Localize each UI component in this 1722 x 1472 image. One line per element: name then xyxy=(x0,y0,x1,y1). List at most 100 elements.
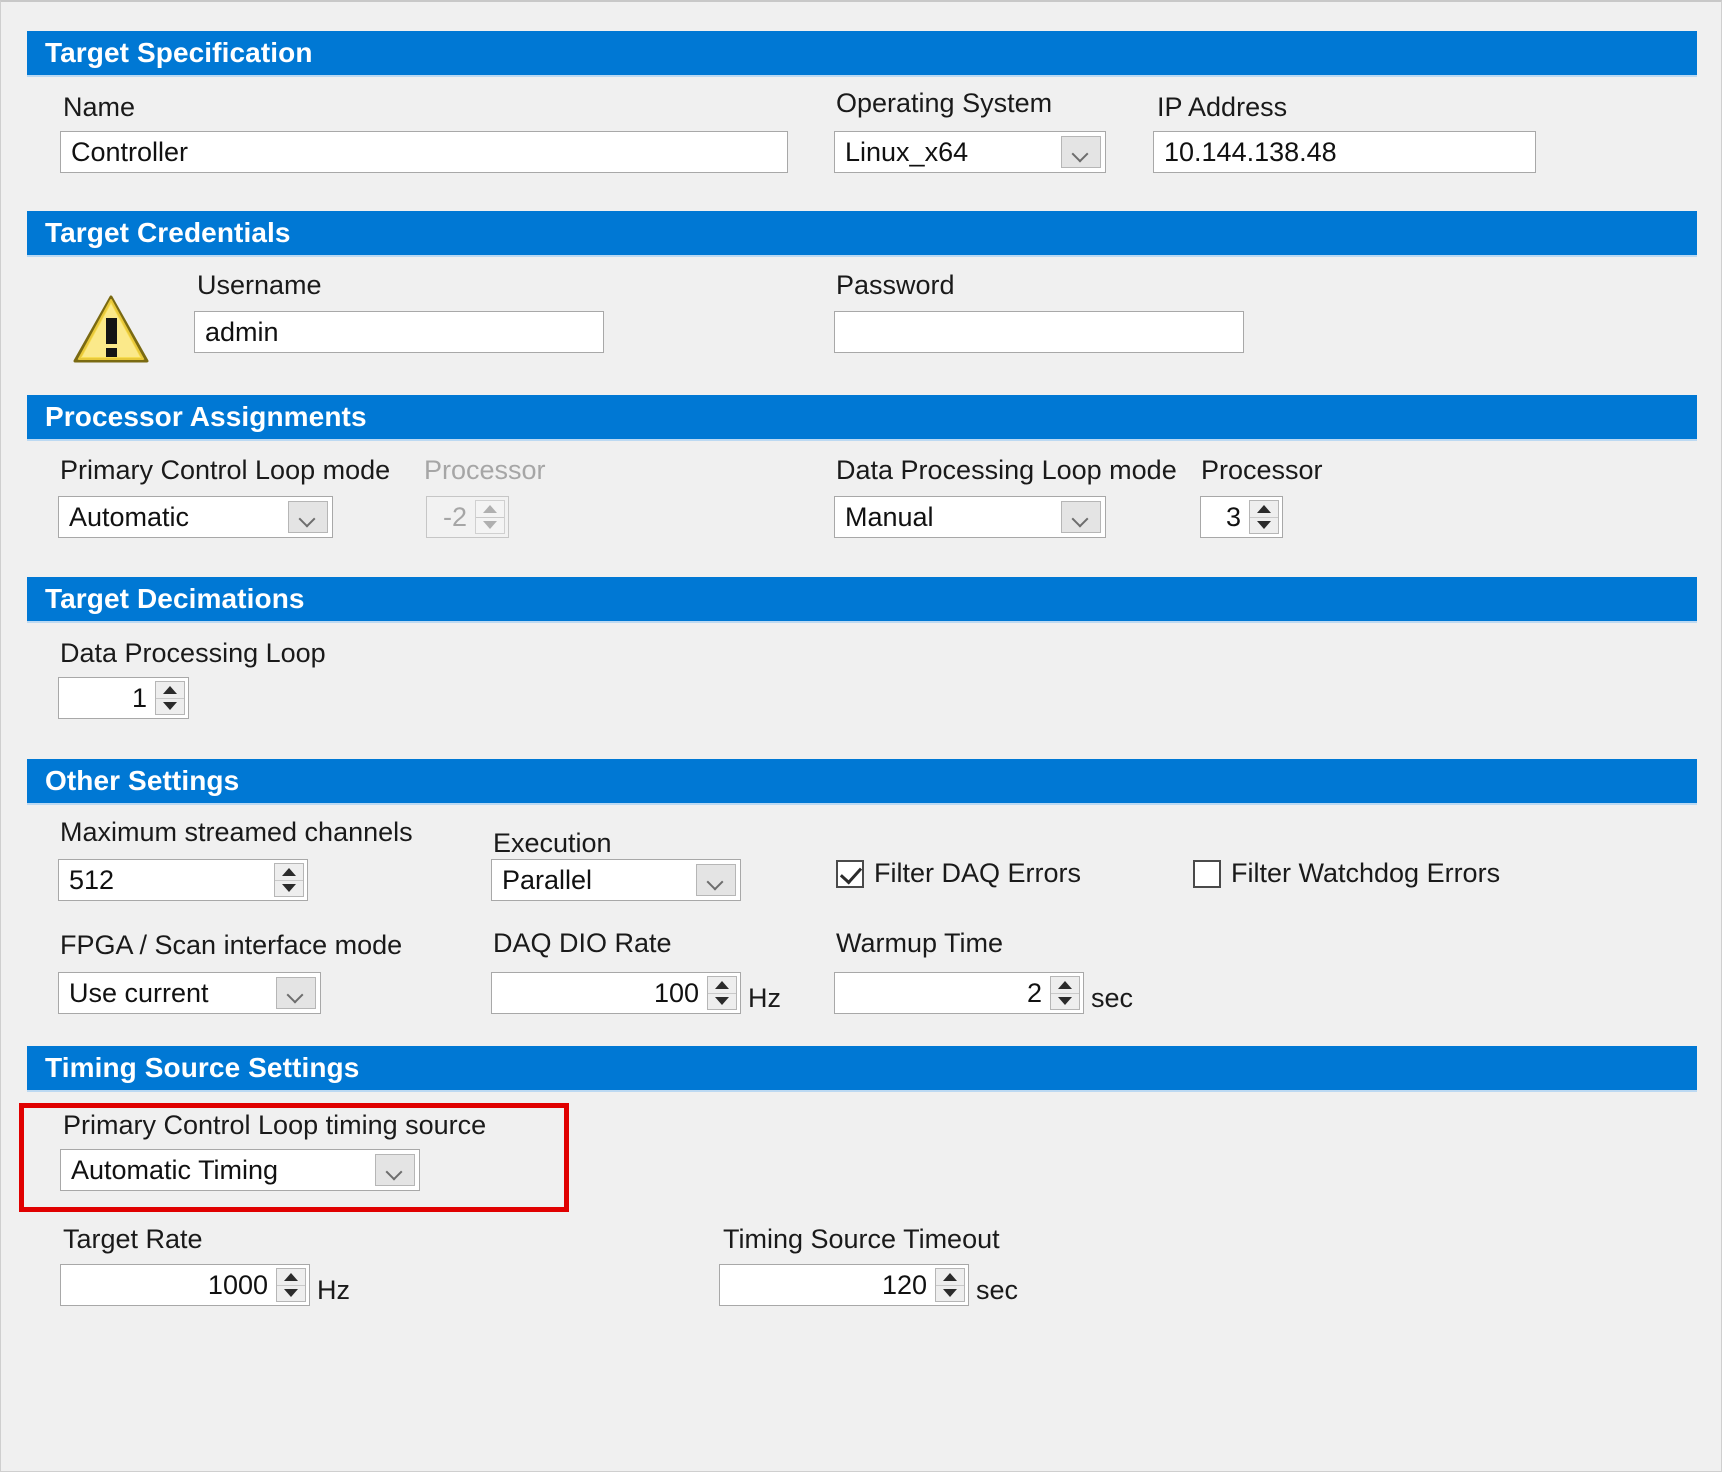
primary-control-loop-mode-label: Primary Control Loop mode xyxy=(60,455,391,485)
execution-value: Parallel xyxy=(502,864,593,895)
fpga-scan-interface-mode-dropdown[interactable]: Use current xyxy=(58,972,321,1014)
ip-address-value: 10.144.138.48 xyxy=(1164,136,1337,167)
name-input[interactable]: Controller xyxy=(60,131,788,173)
chevron-down-icon[interactable] xyxy=(696,864,736,896)
name-input-value: Controller xyxy=(71,136,189,167)
data-processing-loop-mode-value: Manual xyxy=(845,501,934,532)
data-processing-loop-mode-label: Data Processing Loop mode xyxy=(836,455,1177,485)
stepper-buttons[interactable] xyxy=(935,1268,965,1302)
stepper-down-icon[interactable] xyxy=(156,699,184,715)
stepper-up-icon[interactable] xyxy=(1250,501,1278,518)
stepper-up-icon[interactable] xyxy=(1051,977,1079,994)
target-rate-value: 1000 xyxy=(207,1269,268,1300)
timing-source-timeout-unit: sec xyxy=(976,1275,1019,1305)
filter-daq-errors-label: Filter DAQ Errors xyxy=(874,858,1082,888)
stepper-down-icon[interactable] xyxy=(275,881,303,897)
daq-dio-rate-value: 100 xyxy=(653,977,699,1008)
section-header-processor-assignments: Processor Assignments xyxy=(27,395,1697,439)
stepper-up-icon[interactable] xyxy=(936,1269,964,1286)
data-processing-loop-decimation-value: 1 xyxy=(131,682,147,713)
stepper-down-icon xyxy=(476,518,504,534)
warmup-time-label: Warmup Time xyxy=(836,928,1004,958)
target-rate-unit: Hz xyxy=(317,1275,350,1305)
warning-triangle-icon xyxy=(73,294,149,364)
stepper-buttons xyxy=(475,500,505,534)
password-input[interactable] xyxy=(834,311,1244,353)
daq-dio-rate-unit: Hz xyxy=(748,983,781,1013)
stepper-down-icon[interactable] xyxy=(708,994,736,1010)
ip-address-input[interactable]: 10.144.138.48 xyxy=(1153,131,1536,173)
section-title: Processor Assignments xyxy=(45,401,367,432)
username-value: admin xyxy=(205,316,279,347)
daq-dio-rate-stepper[interactable]: 100 xyxy=(491,972,741,1014)
stepper-down-icon[interactable] xyxy=(1051,994,1079,1010)
stepper-down-icon[interactable] xyxy=(1250,518,1278,534)
section-header-target-specification: Target Specification xyxy=(27,31,1697,75)
primary-control-loop-timing-source-dropdown[interactable]: Automatic Timing xyxy=(60,1149,420,1191)
timing-source-timeout-value: 120 xyxy=(881,1269,927,1300)
primary-control-loop-timing-source-label: Primary Control Loop timing source xyxy=(63,1110,487,1140)
primary-processor-stepper: -2 xyxy=(426,496,509,538)
checkbox-check-icon[interactable] xyxy=(836,859,864,888)
data-processing-loop-mode-dropdown[interactable]: Manual xyxy=(834,496,1106,538)
chevron-down-icon[interactable] xyxy=(288,501,328,533)
section-header-target-decimations: Target Decimations xyxy=(27,577,1697,621)
name-label: Name xyxy=(63,92,136,122)
stepper-up-icon[interactable] xyxy=(708,977,736,994)
primary-control-loop-mode-value: Automatic xyxy=(69,501,190,532)
chevron-down-icon[interactable] xyxy=(1061,501,1101,533)
data-processor-label: Processor xyxy=(1201,455,1323,485)
data-processing-loop-decimation-stepper[interactable]: 1 xyxy=(58,677,189,719)
username-label: Username xyxy=(197,270,322,300)
chevron-down-icon[interactable] xyxy=(1061,136,1101,168)
warmup-time-unit: sec xyxy=(1091,983,1134,1013)
target-configuration-panel: Target Specification Name Controller Ope… xyxy=(0,0,1722,1472)
stepper-down-icon[interactable] xyxy=(277,1286,305,1302)
operating-system-dropdown[interactable]: Linux_x64 xyxy=(834,131,1106,173)
section-title: Target Credentials xyxy=(45,217,291,248)
section-header-target-credentials: Target Credentials xyxy=(27,211,1697,255)
stepper-up-icon xyxy=(476,501,504,518)
section-title: Target Specification xyxy=(45,37,313,68)
execution-label: Execution xyxy=(493,828,612,858)
stepper-down-icon[interactable] xyxy=(936,1286,964,1302)
data-processor-value: 3 xyxy=(1225,501,1241,532)
maximum-streamed-channels-label: Maximum streamed channels xyxy=(60,817,413,847)
section-title: Timing Source Settings xyxy=(45,1052,360,1083)
daq-dio-rate-label: DAQ DIO Rate xyxy=(493,928,672,958)
warmup-time-value: 2 xyxy=(1026,977,1042,1008)
warmup-time-stepper[interactable]: 2 xyxy=(834,972,1084,1014)
section-header-other-settings: Other Settings xyxy=(27,759,1697,803)
stepper-buttons[interactable] xyxy=(707,976,737,1010)
stepper-up-icon[interactable] xyxy=(277,1269,305,1286)
primary-processor-value: -2 xyxy=(442,501,467,532)
operating-system-value: Linux_x64 xyxy=(845,136,969,167)
target-rate-label: Target Rate xyxy=(63,1224,203,1254)
stepper-buttons[interactable] xyxy=(1249,500,1279,534)
filter-watchdog-errors-checkbox[interactable]: Filter Watchdog Errors xyxy=(1193,858,1500,889)
username-input[interactable]: admin xyxy=(194,311,604,353)
primary-control-loop-timing-source-value: Automatic Timing xyxy=(71,1154,279,1185)
stepper-up-icon[interactable] xyxy=(156,682,184,699)
primary-control-loop-mode-dropdown[interactable]: Automatic xyxy=(58,496,333,538)
chevron-down-icon[interactable] xyxy=(276,977,316,1009)
stepper-buttons[interactable] xyxy=(155,681,185,715)
maximum-streamed-channels-stepper[interactable]: 512 xyxy=(58,859,308,901)
maximum-streamed-channels-value: 512 xyxy=(69,864,115,895)
stepper-up-icon[interactable] xyxy=(275,864,303,881)
checkbox-empty-icon[interactable] xyxy=(1193,859,1221,888)
chevron-down-icon[interactable] xyxy=(375,1154,415,1186)
data-processor-stepper[interactable]: 3 xyxy=(1200,496,1283,538)
stepper-buttons[interactable] xyxy=(1050,976,1080,1010)
target-rate-stepper[interactable]: 1000 xyxy=(60,1264,310,1306)
timing-source-timeout-label: Timing Source Timeout xyxy=(723,1224,1000,1254)
stepper-buttons[interactable] xyxy=(276,1268,306,1302)
filter-watchdog-errors-label: Filter Watchdog Errors xyxy=(1231,858,1501,888)
execution-dropdown[interactable]: Parallel xyxy=(491,859,741,901)
filter-daq-errors-checkbox[interactable]: Filter DAQ Errors xyxy=(836,858,1081,889)
timing-source-timeout-stepper[interactable]: 120 xyxy=(719,1264,969,1306)
section-title: Other Settings xyxy=(45,765,240,796)
section-header-timing-source-settings: Timing Source Settings xyxy=(27,1046,1697,1090)
section-title: Target Decimations xyxy=(45,583,305,614)
stepper-buttons[interactable] xyxy=(274,863,304,897)
